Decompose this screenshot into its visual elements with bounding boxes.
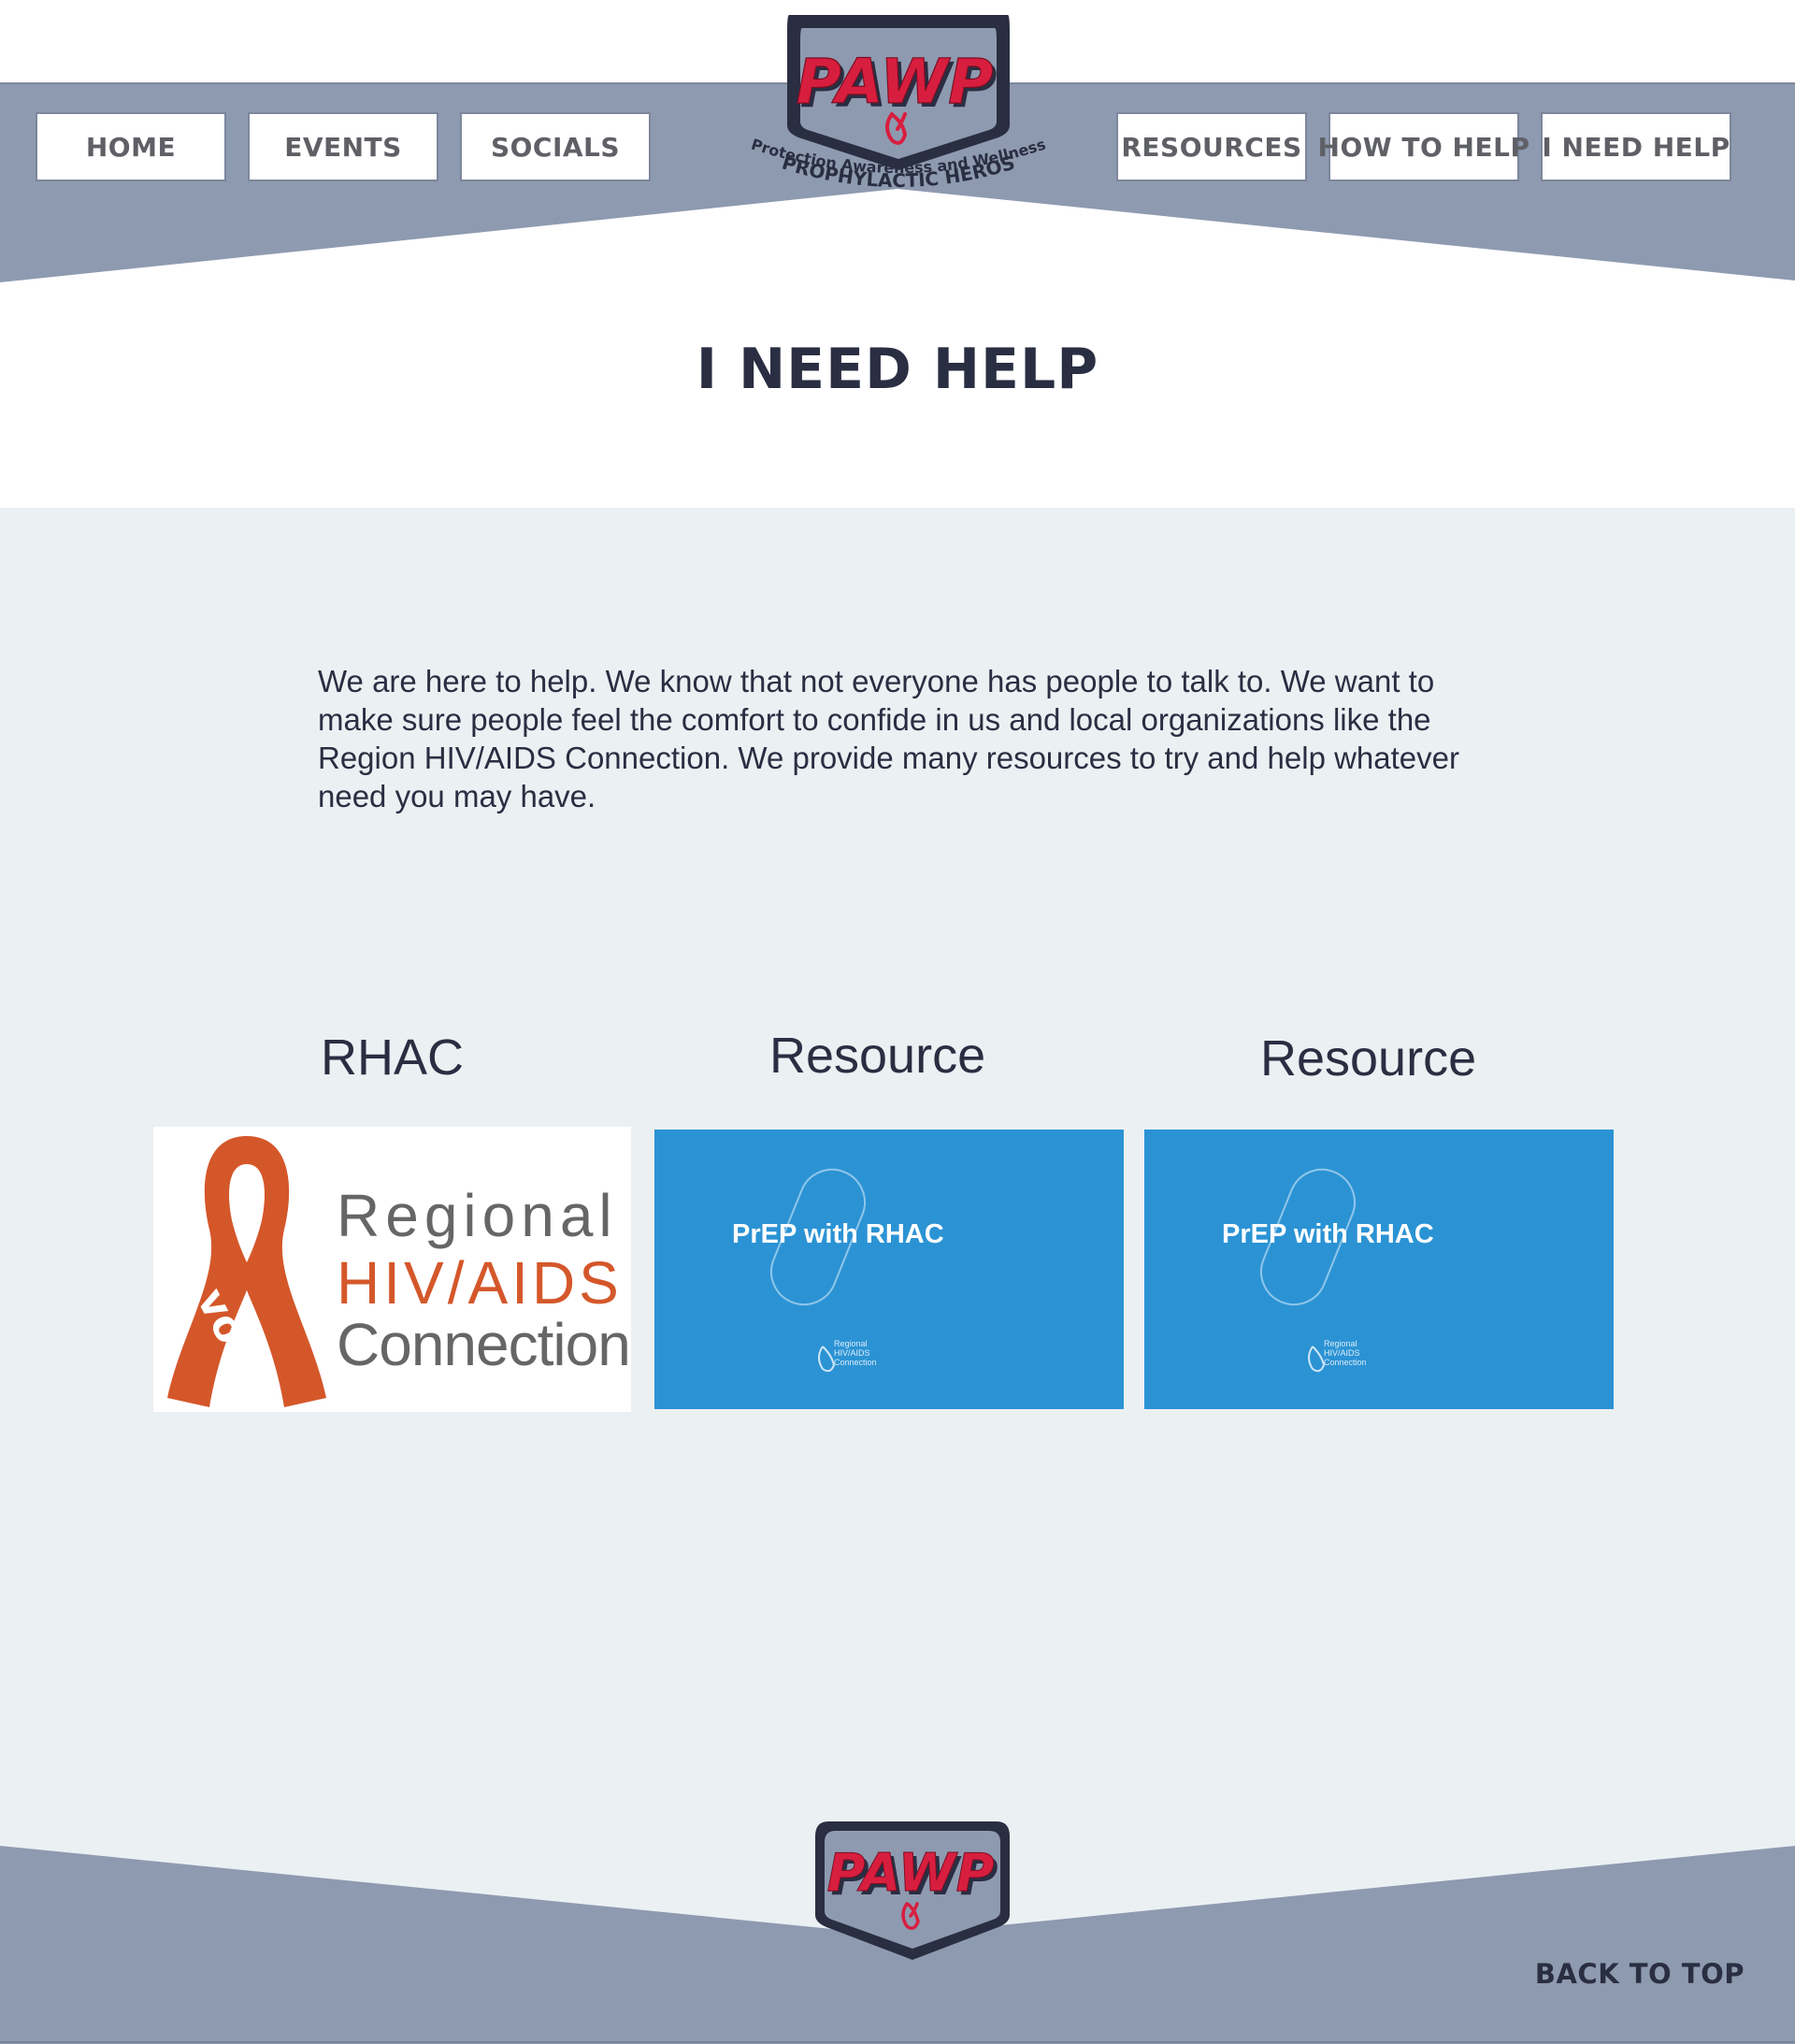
pill-outline-icon bbox=[770, 1168, 866, 1373]
pawp-logo-header[interactable]: PAWP PAWP Protection Awareness and Welln… bbox=[744, 9, 1053, 215]
card-heading-rhac: RHAC bbox=[321, 1029, 465, 1086]
pawp-shield-icon: PAWP PAWP Protection Awareness and Welln… bbox=[749, 15, 1048, 192]
rhac-connection-text: Connection bbox=[337, 1311, 631, 1378]
awareness-ribbon-icon: voice bbox=[167, 1136, 326, 1410]
pill-outline-icon bbox=[1260, 1168, 1356, 1373]
pawp-shield-icon: PAWP PAWP bbox=[815, 1821, 1010, 1960]
prep-resource-card-1[interactable]: PrEP with RHAC Regional HIV/AIDS Connect… bbox=[654, 1130, 1124, 1409]
svg-text:PAWP: PAWP bbox=[827, 1843, 995, 1904]
rhac-regional-text: Regional bbox=[337, 1182, 618, 1249]
pawp-logo-footer[interactable]: PAWP PAWP bbox=[810, 1818, 1015, 1964]
nav-i-need-help-button[interactable]: I NEED HELP bbox=[1541, 112, 1731, 181]
intro-paragraph: We are here to help. We know that not ev… bbox=[318, 664, 1459, 813]
nav-socials-button[interactable]: SOCIALS bbox=[460, 112, 651, 181]
rhac-hiv-aids-text: HIV/AIDS bbox=[337, 1249, 623, 1317]
back-to-top-link[interactable]: BACK TO TOP bbox=[1535, 1958, 1745, 1990]
page-title: I NEED HELP bbox=[696, 337, 1099, 402]
prep-resource-card-2[interactable]: PrEP with RHAC Regional HIV/AIDS Connect… bbox=[1144, 1130, 1614, 1409]
card-heading-resource-1: Resource bbox=[769, 1028, 986, 1084]
card-heading-resource-2: Resource bbox=[1260, 1030, 1477, 1087]
nav-resources-button[interactable]: RESOURCES bbox=[1116, 112, 1307, 181]
rhac-mini-logo-text: Regional HIV/AIDS Connection bbox=[1324, 1339, 1367, 1367]
nav-how-to-help-button[interactable]: HOW TO HELP bbox=[1318, 112, 1529, 181]
prep-banner-text: PrEP with RHAC bbox=[1222, 1219, 1434, 1249]
rhac-logo-card[interactable]: voice Regional HIV/AIDS Connection bbox=[153, 1127, 631, 1412]
nav-home-button[interactable]: HOME bbox=[36, 112, 226, 181]
svg-text:PAWP: PAWP bbox=[797, 46, 994, 118]
prep-banner-text: PrEP with RHAC bbox=[732, 1219, 944, 1249]
rhac-mini-logo-text: Regional HIV/AIDS Connection bbox=[834, 1339, 877, 1367]
nav-events-button[interactable]: EVENTS bbox=[248, 112, 438, 181]
